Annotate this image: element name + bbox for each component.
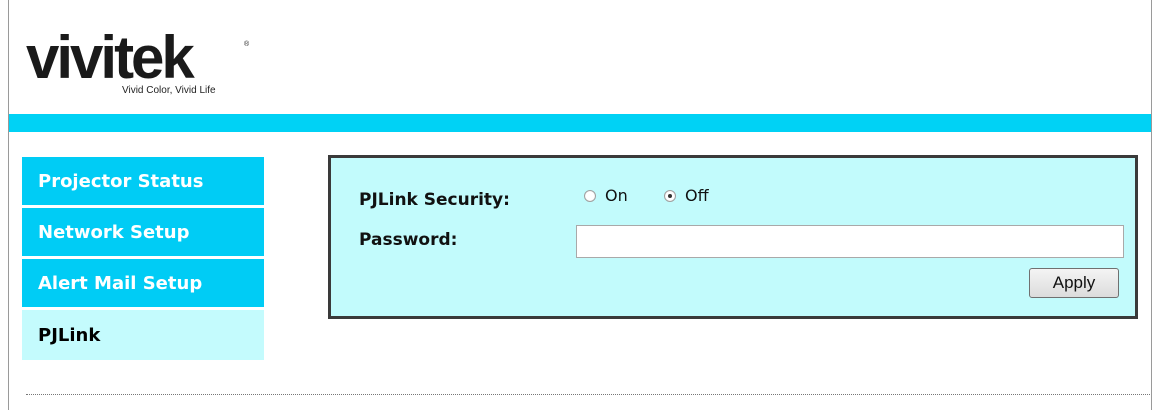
page-left-border <box>8 0 9 410</box>
svg-text:vivitek: vivitek <box>26 26 195 91</box>
page-right-border <box>1151 0 1152 410</box>
password-label: Password: <box>359 230 458 250</box>
apply-button[interactable]: Apply <box>1029 268 1119 298</box>
nav-item-projector-status[interactable]: Projector Status <box>22 157 264 205</box>
security-on-option[interactable]: On <box>584 186 628 205</box>
pjlink-settings-panel: PJLink Security: On Off Password: Apply <box>328 155 1138 319</box>
sidebar-nav: Projector Status Network Setup Alert Mai… <box>22 157 264 360</box>
security-off-label: Off <box>685 186 709 205</box>
svg-text:Vivid Color, Vivid Life: Vivid Color, Vivid Life <box>122 85 216 96</box>
nav-item-pjlink[interactable]: PJLink <box>22 310 264 360</box>
security-on-radio[interactable] <box>584 189 596 202</box>
password-input[interactable] <box>576 225 1124 258</box>
header-accent-bar <box>9 114 1151 132</box>
security-on-label: On <box>605 186 628 205</box>
pjlink-security-label: PJLink Security: <box>359 190 510 210</box>
security-off-radio[interactable] <box>664 189 676 202</box>
footer-divider <box>26 394 1150 395</box>
svg-text:®: ® <box>244 40 250 48</box>
security-off-option[interactable]: Off <box>664 186 709 205</box>
nav-item-alert-mail-setup[interactable]: Alert Mail Setup <box>22 259 264 307</box>
nav-item-network-setup[interactable]: Network Setup <box>22 208 264 256</box>
vivitek-logo: vivitek ® Vivid Color, Vivid Life <box>26 26 266 98</box>
